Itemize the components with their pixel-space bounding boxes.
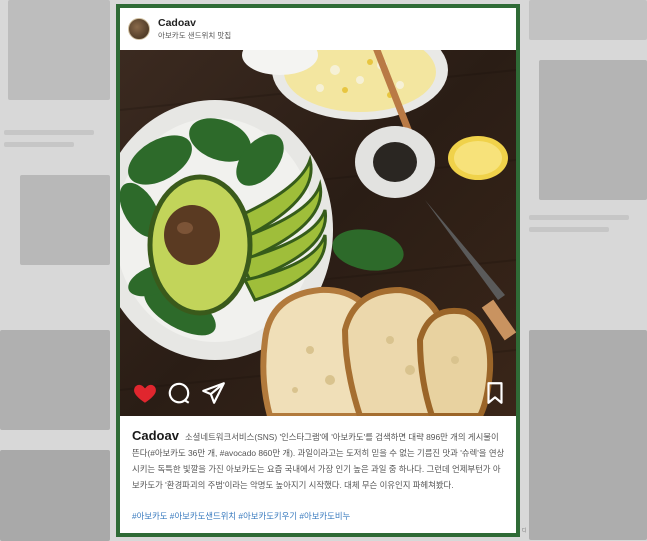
heart-icon[interactable] bbox=[132, 380, 158, 406]
post-caption: Cadoav 소셜네트워크서비스(SNS) '인스타그램'에 '아보카도'를 검색… bbox=[132, 428, 506, 493]
post-subtitle: 아보카도 샌드위치 맛집 bbox=[158, 31, 232, 40]
side-label: 디 bbox=[522, 528, 527, 534]
background-feed-left bbox=[0, 0, 118, 541]
post-photo[interactable] bbox=[120, 50, 516, 416]
send-icon[interactable] bbox=[200, 380, 226, 406]
post-header: Cadoav 아보카도 샌드위치 맛집 bbox=[120, 8, 516, 50]
avatar[interactable] bbox=[128, 18, 150, 40]
caption-text: 소셜네트워크서비스(SNS) '인스타그램'에 '아보카도'를 검색하면 대략 … bbox=[132, 432, 505, 490]
bookmark-icon[interactable] bbox=[482, 380, 508, 406]
comment-icon[interactable] bbox=[166, 380, 192, 406]
caption-username[interactable]: Cadoav bbox=[132, 428, 179, 443]
post-actions bbox=[120, 380, 516, 408]
background-feed-right bbox=[519, 0, 647, 541]
username[interactable]: Cadoav bbox=[158, 17, 231, 29]
hashtags[interactable]: #아보카도 #아보카도샌드위치 #아보카도키우기 #아보카도비누 bbox=[132, 510, 506, 522]
food-illustration bbox=[120, 50, 516, 416]
post-card: Cadoav 아보카도 샌드위치 맛집 Cadoav 소셜네트워크서비스(SNS… bbox=[116, 4, 520, 537]
